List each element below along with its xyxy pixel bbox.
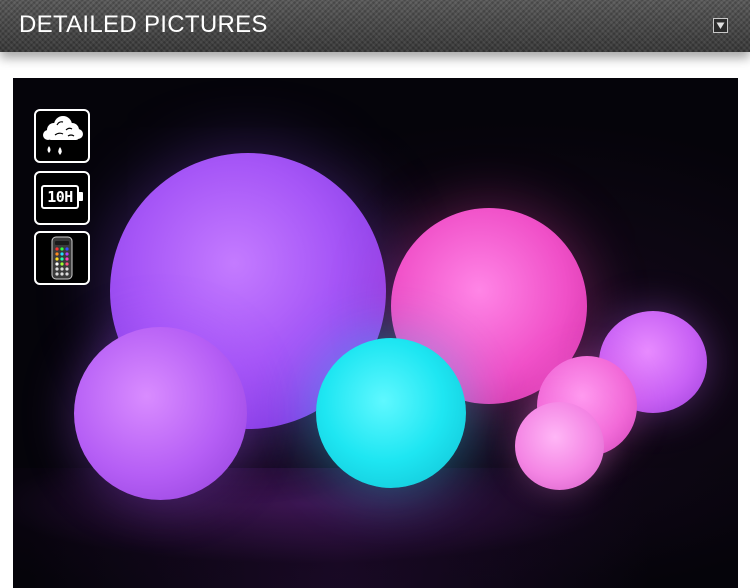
led-ball-cyan	[316, 338, 466, 488]
waterproof-feature	[34, 109, 90, 163]
remote-control-icon	[51, 236, 73, 280]
product-photo: 10H	[13, 78, 738, 588]
rain-cloud-icon	[43, 116, 83, 155]
battery-terminal	[79, 192, 83, 201]
section-header: DETAILED PICTURES	[0, 0, 750, 52]
battery-life-feature: 10H	[34, 171, 90, 225]
remote-control-feature	[34, 231, 90, 285]
section-title: DETAILED PICTURES	[19, 11, 268, 38]
led-ball-front-violet	[74, 327, 247, 500]
led-ball-small-light-pink	[515, 402, 604, 490]
battery-hours-label: 10H	[47, 188, 73, 206]
triangle-down-icon	[716, 22, 725, 29]
collapse-button[interactable]	[713, 18, 728, 33]
